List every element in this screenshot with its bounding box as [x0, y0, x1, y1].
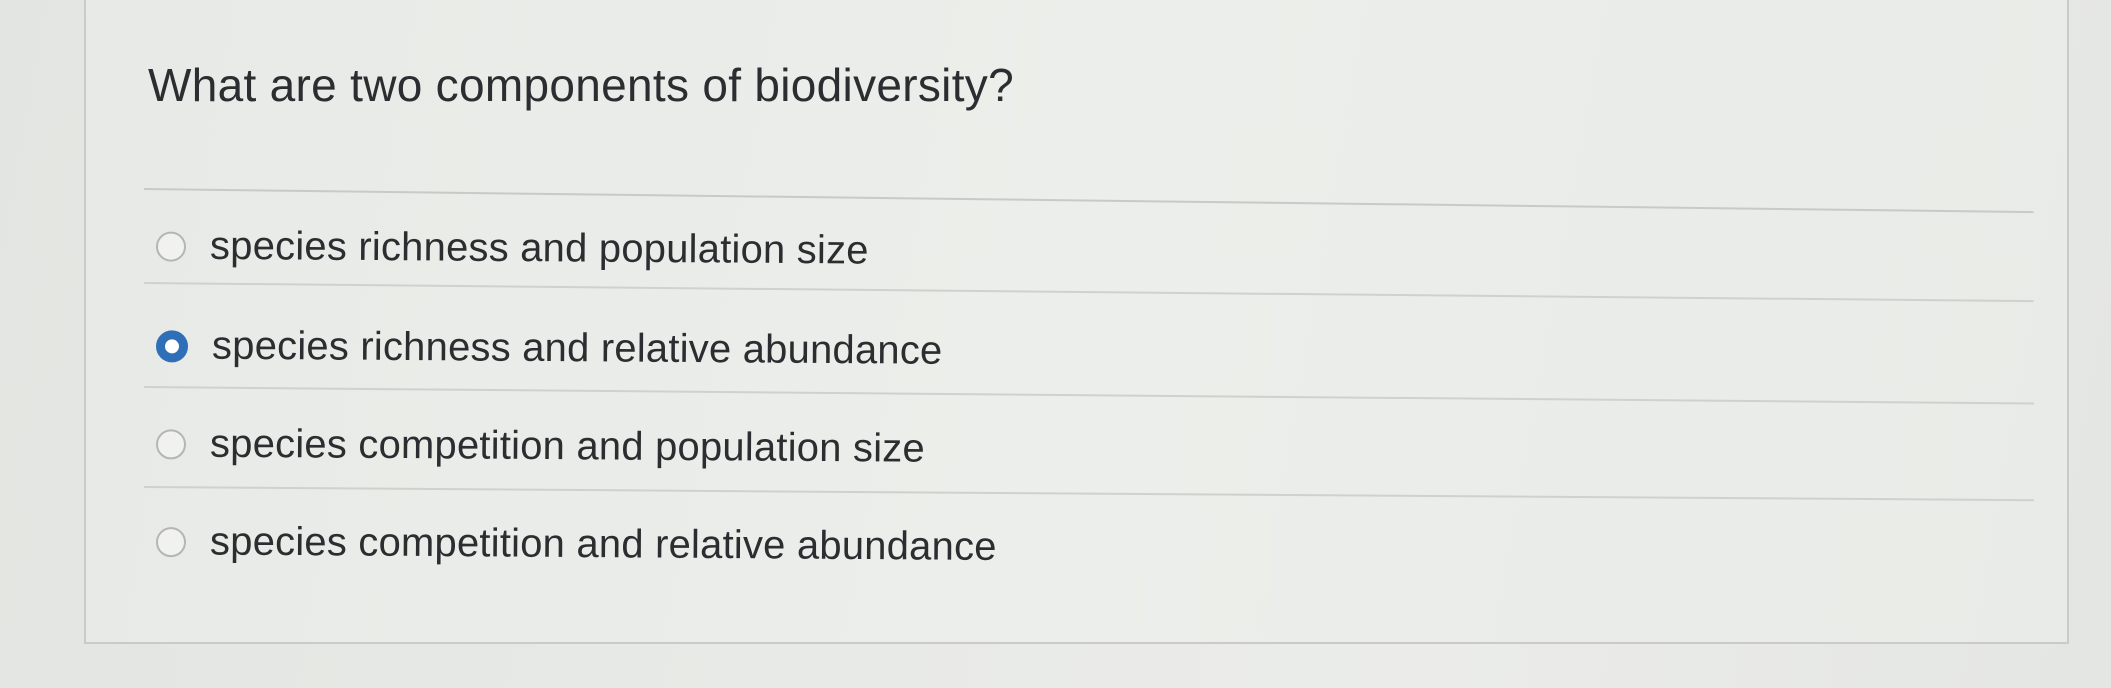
question-divider — [143, 188, 2034, 214]
answer-option-label: species richness and relative abundance — [211, 323, 943, 373]
radio-button-selected[interactable] — [155, 329, 189, 362]
answer-option-2[interactable]: species richness and relative abundance — [155, 323, 943, 373]
answer-option-label: species competition and relative abundan… — [209, 519, 997, 569]
question-text: What are two components of biodiversity? — [148, 59, 1014, 111]
option-divider — [143, 282, 2034, 303]
answer-option-label: species richness and population size — [209, 223, 869, 273]
radio-button-unselected[interactable] — [155, 526, 187, 557]
radio-button-unselected[interactable] — [155, 231, 187, 262]
answer-option-3[interactable]: species competition and population size — [155, 421, 926, 471]
answer-option-1[interactable]: species richness and population size — [155, 223, 869, 274]
answer-option-4[interactable]: species competition and relative abundan… — [155, 519, 997, 570]
question-card: What are two components of biodiversity?… — [84, 0, 2069, 644]
option-divider — [143, 486, 2034, 502]
answer-option-label: species competition and population size — [209, 421, 926, 471]
radio-button-unselected[interactable] — [155, 428, 187, 460]
option-divider — [143, 386, 2034, 405]
